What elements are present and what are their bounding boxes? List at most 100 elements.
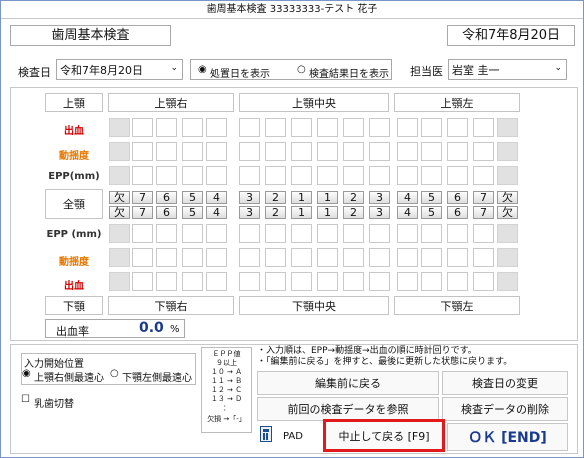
tooth-button[interactable]: 5: [182, 206, 203, 219]
grid-cell[interactable]: [473, 248, 494, 267]
grid-cell[interactable]: [239, 248, 260, 267]
grid-cell[interactable]: [421, 166, 442, 185]
grid-cell[interactable]: [397, 166, 418, 185]
tooth-button[interactable]: 欠: [109, 206, 130, 219]
grid-cell[interactable]: [182, 142, 203, 161]
grid-cell[interactable]: [291, 118, 312, 137]
grid-cell[interactable]: [291, 224, 312, 243]
pad-calculator-icon[interactable]: [260, 426, 272, 442]
grid-cell[interactable]: [206, 166, 227, 185]
grid-cell[interactable]: [239, 166, 260, 185]
grid-cell[interactable]: [369, 248, 390, 267]
grid-cell[interactable]: [109, 224, 130, 243]
grid-cell[interactable]: [421, 224, 442, 243]
tooth-button[interactable]: 2: [343, 191, 364, 204]
grid-cell[interactable]: [206, 272, 227, 291]
lower-right-header[interactable]: 下顎右: [108, 296, 234, 315]
grid-cell[interactable]: [317, 272, 338, 291]
lower-left-header[interactable]: 下顎左: [394, 296, 520, 315]
grid-cell[interactable]: [156, 248, 177, 267]
grid-cell[interactable]: [265, 224, 286, 243]
grid-cell[interactable]: [291, 142, 312, 161]
grid-cell[interactable]: [421, 272, 442, 291]
grid-cell[interactable]: [497, 166, 518, 185]
grid-cell[interactable]: [109, 118, 130, 137]
grid-cell[interactable]: [497, 118, 518, 137]
reference-previous-button[interactable]: 前回の検査データを参照: [257, 397, 439, 421]
tooth-button[interactable]: 7: [132, 191, 153, 204]
grid-cell[interactable]: [447, 272, 468, 291]
lower-center-header[interactable]: 下顎中央: [239, 296, 389, 315]
grid-cell[interactable]: [291, 166, 312, 185]
doctor-select[interactable]: 岩室 圭一 ⌄: [448, 59, 567, 80]
grid-cell[interactable]: [497, 248, 518, 267]
grid-cell[interactable]: [109, 248, 130, 267]
radio-lower-left[interactable]: ○: [110, 368, 119, 379]
grid-cell[interactable]: [265, 272, 286, 291]
change-date-button[interactable]: 検査日の変更: [442, 371, 568, 395]
grid-cell[interactable]: [109, 272, 130, 291]
grid-cell[interactable]: [473, 118, 494, 137]
grid-cell[interactable]: [132, 248, 153, 267]
tooth-button[interactable]: 4: [206, 206, 227, 219]
ok-end-button[interactable]: ＯＫ [END]: [447, 423, 568, 451]
grid-cell[interactable]: [156, 224, 177, 243]
grid-cell[interactable]: [421, 118, 442, 137]
grid-cell[interactable]: [369, 142, 390, 161]
grid-cell[interactable]: [369, 272, 390, 291]
grid-cell[interactable]: [206, 142, 227, 161]
grid-cell[interactable]: [156, 118, 177, 137]
grid-cell[interactable]: [369, 118, 390, 137]
grid-cell[interactable]: [156, 166, 177, 185]
tooth-button[interactable]: 3: [239, 191, 260, 204]
tooth-button[interactable]: 1: [317, 191, 338, 204]
tooth-button[interactable]: 6: [447, 191, 468, 204]
upper-center-header[interactable]: 上顎中央: [239, 93, 389, 112]
grid-cell[interactable]: [397, 224, 418, 243]
grid-cell[interactable]: [473, 272, 494, 291]
tooth-button[interactable]: 2: [343, 206, 364, 219]
grid-cell[interactable]: [343, 224, 364, 243]
grid-cell[interactable]: [182, 118, 203, 137]
grid-cell[interactable]: [343, 248, 364, 267]
tooth-button[interactable]: 5: [421, 191, 442, 204]
grid-cell[interactable]: [206, 224, 227, 243]
tooth-button[interactable]: 6: [447, 206, 468, 219]
grid-cell[interactable]: [421, 142, 442, 161]
radio-upper-right[interactable]: ◉: [22, 368, 31, 379]
grid-cell[interactable]: [109, 142, 130, 161]
grid-cell[interactable]: [265, 166, 286, 185]
radio-treatment-date[interactable]: ◉: [198, 64, 207, 75]
full-jaw-button[interactable]: 全顎: [45, 189, 103, 219]
tooth-button[interactable]: 2: [265, 206, 286, 219]
grid-cell[interactable]: [239, 142, 260, 161]
grid-cell[interactable]: [397, 248, 418, 267]
grid-cell[interactable]: [182, 224, 203, 243]
radio-result-date[interactable]: ○: [297, 64, 306, 75]
tooth-button[interactable]: 3: [369, 206, 390, 219]
tooth-button[interactable]: 欠: [497, 206, 518, 219]
grid-cell[interactable]: [497, 224, 518, 243]
revert-button[interactable]: 編集前に戻る: [257, 371, 439, 395]
tooth-button[interactable]: 3: [369, 191, 390, 204]
grid-cell[interactable]: [447, 224, 468, 243]
grid-cell[interactable]: [291, 248, 312, 267]
grid-cell[interactable]: [447, 248, 468, 267]
grid-cell[interactable]: [397, 118, 418, 137]
tooth-button[interactable]: 5: [182, 191, 203, 204]
grid-cell[interactable]: [239, 118, 260, 137]
tooth-button[interactable]: 6: [156, 206, 177, 219]
grid-cell[interactable]: [447, 142, 468, 161]
grid-cell[interactable]: [473, 224, 494, 243]
grid-cell[interactable]: [317, 166, 338, 185]
grid-cell[interactable]: [369, 166, 390, 185]
grid-cell[interactable]: [239, 224, 260, 243]
grid-cell[interactable]: [317, 118, 338, 137]
grid-cell[interactable]: [182, 272, 203, 291]
grid-cell[interactable]: [397, 142, 418, 161]
tooth-button[interactable]: 4: [397, 191, 418, 204]
grid-cell[interactable]: [265, 118, 286, 137]
tooth-button[interactable]: 7: [132, 206, 153, 219]
tooth-button[interactable]: 4: [397, 206, 418, 219]
grid-cell[interactable]: [265, 142, 286, 161]
